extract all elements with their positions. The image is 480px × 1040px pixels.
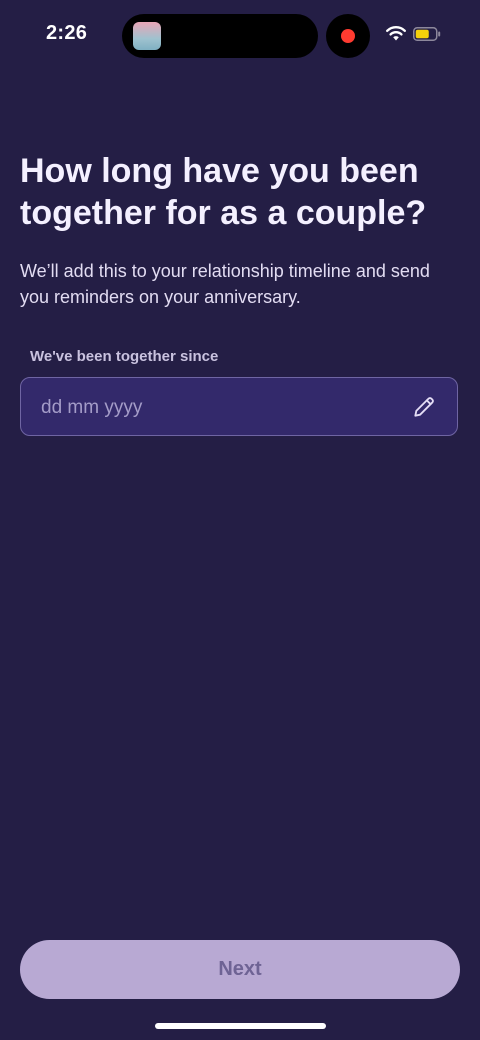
date-field-label: We've been together since xyxy=(30,348,219,365)
app-thumbnail-icon xyxy=(133,22,161,50)
status-bar: 2:26 xyxy=(0,0,480,72)
date-input-placeholder: dd mm yyyy xyxy=(41,397,143,418)
pencil-icon[interactable] xyxy=(411,394,437,420)
home-indicator[interactable] xyxy=(155,1023,326,1029)
page-description: We’ll add this to your relationship time… xyxy=(20,261,430,307)
wifi-icon xyxy=(386,26,406,41)
date-input[interactable]: dd mm yyyy xyxy=(20,377,458,436)
status-time: 2:26 xyxy=(46,22,88,44)
battery-icon xyxy=(413,27,441,41)
recording-indicator-icon xyxy=(341,29,355,43)
page-title: How long have you been together for as a… xyxy=(20,152,427,232)
next-button[interactable]: Next xyxy=(20,940,460,999)
dynamic-island[interactable] xyxy=(122,14,318,58)
recording-indicator[interactable] xyxy=(326,14,370,58)
